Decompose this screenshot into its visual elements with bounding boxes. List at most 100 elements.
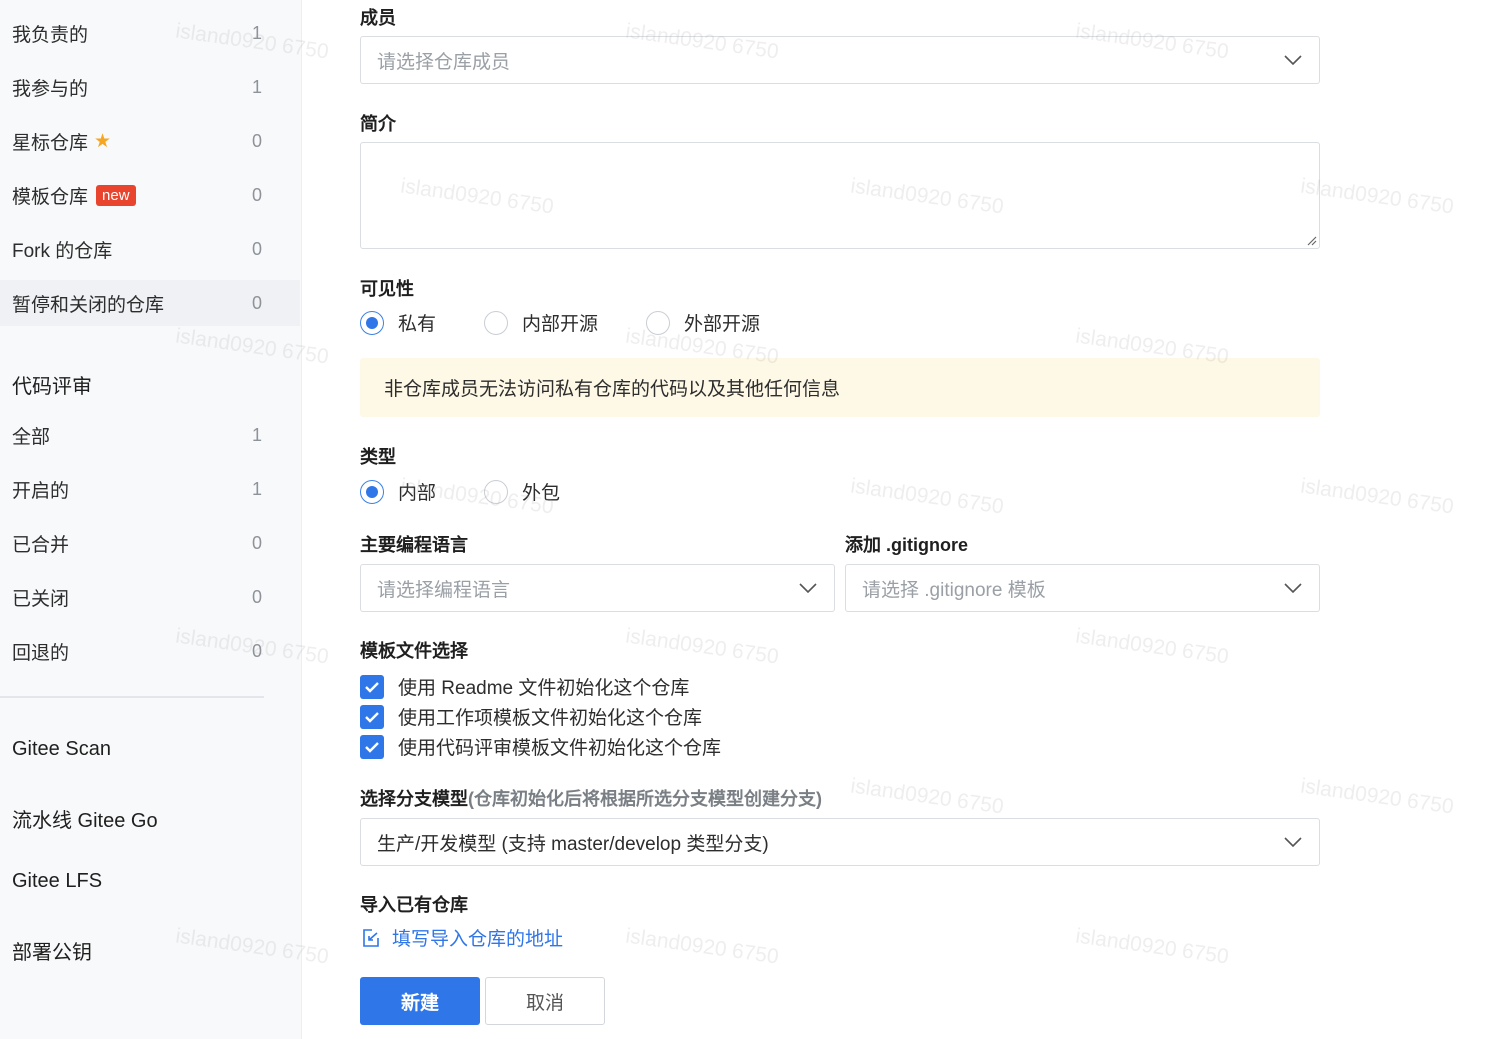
checkbox-readme[interactable]	[360, 674, 384, 699]
import-repo-link[interactable]: 填写导入仓库的地址	[360, 924, 563, 951]
radio-internal[interactable]	[484, 310, 509, 335]
radio-type-internal[interactable]	[360, 479, 384, 504]
watermark: island0920 6750	[1299, 774, 1456, 819]
type-outsource-option[interactable]: 外包	[484, 478, 560, 505]
sidebar-link-gitee-scan[interactable]: Gitee Scan	[12, 738, 111, 761]
intro-label: 简介	[360, 114, 396, 134]
sidebar-item-label: 已合并	[12, 534, 70, 556]
check-icon	[365, 741, 379, 753]
resize-handle-icon[interactable]	[1305, 234, 1317, 246]
checkbox-label: 使用 Readme 文件初始化这个仓库	[398, 678, 690, 699]
watermark: island0920 6750	[624, 624, 781, 669]
template-issue-option[interactable]: 使用工作项模板文件初始化这个仓库	[360, 703, 702, 730]
sidebar: 我负责的 1 我参与的 1 星标仓库 ★ 0 模板仓库 new 0 Fork 的…	[0, 0, 302, 1039]
chevron-down-icon	[799, 583, 817, 594]
sidebar-item-count: 1	[252, 22, 263, 43]
check-icon	[365, 681, 379, 693]
members-label: 成员	[360, 8, 396, 28]
code-review-heading: 代码评审	[12, 376, 92, 398]
radio-label: 私有	[398, 314, 437, 335]
watermark: island0920 6750	[1299, 174, 1456, 219]
sidebar-item-label: 开启的	[12, 480, 70, 502]
visibility-private-option[interactable]: 私有	[360, 309, 436, 336]
radio-label: 内部开源	[522, 314, 599, 335]
checkbox-label: 使用工作项模板文件初始化这个仓库	[398, 708, 703, 729]
language-select[interactable]: 请选择编程语言	[360, 564, 835, 612]
radio-label: 外包	[522, 483, 561, 504]
sidebar-item-review-open[interactable]: 开启的 1	[0, 466, 300, 512]
visibility-label: 可见性	[360, 279, 414, 299]
sidebar-item-label: 我参与的	[12, 78, 89, 100]
sidebar-item-templates[interactable]: 模板仓库 new 0	[0, 172, 300, 218]
radio-label: 内部	[398, 483, 437, 504]
sidebar-item-count: 0	[252, 586, 263, 607]
branch-label-text: 选择分支模型	[360, 789, 468, 809]
sidebar-item-forks[interactable]: Fork 的仓库 0	[0, 226, 300, 272]
sidebar-item-closed[interactable]: 暂停和关闭的仓库 0	[0, 280, 300, 326]
radio-label: 外部开源	[684, 314, 761, 335]
branch-model-select[interactable]: 生产/开发模型 (支持 master/develop 类型分支)	[360, 818, 1320, 866]
sidebar-item-count: 0	[252, 238, 263, 259]
sidebar-item-review-all[interactable]: 全部 1	[0, 412, 300, 458]
sidebar-item-label: 已关闭	[12, 588, 70, 610]
checkbox-review[interactable]	[360, 734, 384, 759]
sidebar-item-label: 暂停和关闭的仓库	[12, 294, 165, 316]
type-label: 类型	[360, 447, 396, 467]
sidebar-link-gitee-lfs[interactable]: Gitee LFS	[12, 870, 102, 893]
create-button[interactable]: 新建	[360, 977, 480, 1025]
sidebar-item-label: 我负责的	[12, 24, 89, 46]
sidebar-item-review-reverted[interactable]: 回退的 0	[0, 628, 300, 674]
sidebar-item-label: Fork 的仓库	[12, 240, 113, 262]
sidebar-item-count: 1	[252, 76, 263, 97]
watermark: island0920 6750	[849, 774, 1006, 819]
watermark: island0920 6750	[624, 924, 781, 969]
branch-label: 选择分支模型(仓库初始化后将根据所选分支模型创建分支)	[360, 785, 822, 811]
visibility-public-option[interactable]: 外部开源	[646, 309, 760, 336]
sidebar-item-count: 1	[252, 424, 263, 445]
chevron-down-icon	[1284, 837, 1302, 848]
sidebar-item-participated[interactable]: 我参与的 1	[0, 64, 300, 110]
sidebar-item-label: 星标仓库	[12, 132, 89, 154]
import-link-label: 填写导入仓库的地址	[392, 929, 564, 950]
type-internal-option[interactable]: 内部	[360, 478, 436, 505]
import-label: 导入已有仓库	[360, 895, 468, 915]
sidebar-item-label: 模板仓库	[12, 186, 89, 208]
sidebar-link-gitee-go[interactable]: 流水线 Gitee Go	[12, 804, 158, 833]
branch-hint: (仓库初始化后将根据所选分支模型创建分支)	[468, 789, 822, 809]
gitignore-placeholder: 请选择 .gitignore 模板	[862, 579, 1046, 601]
check-icon	[365, 711, 379, 723]
sidebar-divider	[0, 696, 264, 698]
cancel-button[interactable]: 取消	[485, 977, 605, 1025]
sidebar-item-starred[interactable]: 星标仓库 ★ 0	[0, 118, 300, 164]
radio-type-outsource[interactable]	[484, 479, 509, 504]
sidebar-item-count: 0	[252, 532, 263, 553]
sidebar-item-count: 0	[252, 292, 263, 313]
template-review-option[interactable]: 使用代码评审模板文件初始化这个仓库	[360, 733, 721, 760]
radio-private[interactable]	[360, 310, 384, 335]
visibility-radio-group: 私有 内部开源 外部开源	[360, 309, 808, 336]
sidebar-item-count: 0	[252, 184, 263, 205]
gitignore-select[interactable]: 请选择 .gitignore 模板	[845, 564, 1320, 612]
members-select[interactable]: 请选择仓库成员	[360, 36, 1320, 84]
watermark: island0920 6750	[1074, 624, 1231, 669]
sidebar-item-owned[interactable]: 我负责的 1	[0, 10, 300, 56]
type-radio-group: 内部 外包	[360, 478, 608, 505]
branch-model-value: 生产/开发模型 (支持 master/develop 类型分支)	[377, 833, 769, 855]
sidebar-item-review-closed[interactable]: 已关闭 0	[0, 574, 300, 620]
template-label: 模板文件选择	[360, 641, 468, 661]
checkbox-issue[interactable]	[360, 704, 384, 729]
watermark: island0920 6750	[1074, 924, 1231, 969]
radio-public[interactable]	[646, 310, 671, 335]
watermark: island0920 6750	[1299, 474, 1456, 519]
intro-textarea[interactable]	[360, 142, 1320, 249]
members-placeholder: 请选择仓库成员	[377, 51, 511, 73]
template-readme-option[interactable]: 使用 Readme 文件初始化这个仓库	[360, 673, 689, 700]
gitignore-label: 添加 .gitignore	[845, 535, 968, 555]
visibility-notice: 非仓库成员无法访问私有仓库的代码以及其他任何信息	[360, 358, 1320, 417]
sidebar-link-deploy-keys[interactable]: 部署公钥	[12, 936, 92, 965]
chevron-down-icon	[1284, 583, 1302, 594]
visibility-internal-option[interactable]: 内部开源	[484, 309, 598, 336]
sidebar-item-label: 全部	[12, 426, 51, 448]
sidebar-item-label: 回退的	[12, 642, 70, 664]
sidebar-item-review-merged[interactable]: 已合并 0	[0, 520, 300, 566]
